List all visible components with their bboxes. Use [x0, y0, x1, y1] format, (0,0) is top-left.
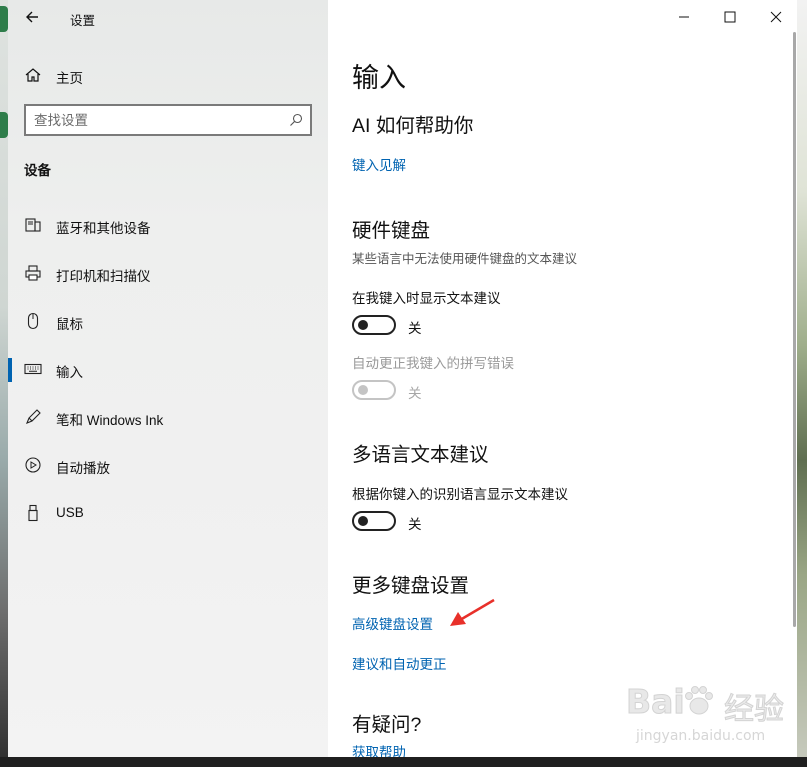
- sidebar-nav: 蓝牙和其他设备 打印机和扫描仪 鼠标 输入 笔和 Windows Ink 自动播…: [8, 202, 328, 538]
- section-heading-ai: AI 如何帮助你: [352, 115, 474, 137]
- scrollbar[interactable]: [793, 32, 796, 627]
- sidebar-item-label: 自动播放: [56, 461, 110, 476]
- sidebar-item-printers[interactable]: 打印机和扫描仪: [8, 250, 328, 298]
- sidebar-item-bluetooth[interactable]: 蓝牙和其他设备: [8, 202, 328, 250]
- back-arrow-icon: [26, 11, 38, 23]
- usb-icon: [28, 504, 38, 522]
- sidebar-item-label: 打印机和扫描仪: [56, 269, 151, 284]
- printer-icon: [25, 265, 41, 281]
- section-heading-help: 有疑问?: [352, 714, 422, 736]
- page-title: 输入: [352, 63, 406, 93]
- back-button[interactable]: [20, 5, 46, 29]
- section-label-devices: 设备: [24, 163, 51, 178]
- typing-insights-link[interactable]: 键入见解: [352, 154, 406, 174]
- toggle-knob: [358, 320, 368, 330]
- toggle-knob: [358, 385, 368, 395]
- autoplay-icon: [25, 457, 41, 473]
- desktop-left-strip: [0, 0, 8, 767]
- home-label: 主页: [56, 71, 83, 86]
- watermark-text: 经验: [724, 692, 785, 728]
- pen-icon: [26, 409, 41, 424]
- sidebar-item-mouse[interactable]: 鼠标: [8, 298, 328, 346]
- sidebar-item-home[interactable]: 主页: [8, 60, 328, 90]
- section-heading-multilingual: 多语言文本建议: [352, 444, 489, 466]
- sidebar-item-autoplay[interactable]: 自动播放: [8, 442, 328, 490]
- desktop-right-strip: [797, 0, 807, 767]
- search-input[interactable]: [34, 111, 274, 129]
- watermark-url: jingyan.baidu.com: [636, 728, 766, 744]
- bluetooth-devices-icon: [25, 218, 41, 232]
- sidebar-item-label: USB: [56, 505, 84, 520]
- sidebar-item-typing[interactable]: 输入: [8, 346, 328, 394]
- section-heading-hardware-keyboard: 硬件键盘: [352, 220, 431, 242]
- maximize-icon: [724, 11, 736, 23]
- close-button[interactable]: [753, 0, 797, 32]
- show-text-suggestions-toggle[interactable]: [352, 315, 396, 335]
- toggle-state-label: 关: [408, 517, 422, 532]
- desktop-icon: [0, 112, 8, 138]
- multilingual-suggestions-toggle[interactable]: [352, 511, 396, 531]
- autocorrect-toggle[interactable]: [352, 380, 396, 400]
- baidu-watermark: Bai 经验 jingyan.baidu.com: [620, 682, 797, 752]
- toggle-state-label: 关: [408, 386, 422, 401]
- sidebar-item-label: 鼠标: [56, 317, 83, 332]
- keyboard-icon: [24, 363, 42, 375]
- sidebar: 设置 主页 设备 蓝牙和其他设备: [8, 0, 328, 757]
- search-box[interactable]: [24, 104, 312, 136]
- get-help-link[interactable]: 获取帮助: [352, 741, 406, 757]
- window-title: 设置: [70, 14, 96, 28]
- sidebar-item-pen[interactable]: 笔和 Windows Ink: [8, 394, 328, 442]
- search-icon[interactable]: [288, 112, 304, 128]
- annotation-arrow-icon: [450, 598, 495, 626]
- home-icon: [25, 68, 41, 82]
- suggestions-autocorrect-link[interactable]: 建议和自动更正: [352, 653, 447, 673]
- mouse-icon: [27, 312, 39, 330]
- sidebar-item-usb[interactable]: USB: [8, 490, 328, 538]
- desktop-icon: [0, 6, 8, 32]
- toggle-state-label: 关: [408, 321, 422, 336]
- paw-logo-icon: [685, 686, 713, 715]
- watermark-brand: Bai: [626, 682, 686, 722]
- sidebar-item-label: 输入: [56, 365, 83, 380]
- minimize-button[interactable]: [661, 0, 707, 32]
- settings-window: 设置 主页 设备 蓝牙和其他设备: [8, 0, 797, 757]
- minimize-icon: [679, 16, 689, 18]
- hardware-keyboard-description: 某些语言中无法使用硬件键盘的文本建议: [352, 252, 578, 266]
- toggle-knob: [358, 516, 368, 526]
- autocorrect-label: 自动更正我键入的拼写错误: [352, 356, 514, 371]
- section-heading-more-keyboard: 更多键盘设置: [352, 575, 470, 597]
- taskbar: [0, 757, 807, 767]
- show-text-suggestions-label: 在我键入时显示文本建议: [352, 291, 501, 306]
- sidebar-item-label: 笔和 Windows Ink: [56, 413, 164, 428]
- multilingual-suggestions-label: 根据你键入的识别语言显示文本建议: [352, 487, 568, 502]
- maximize-button[interactable]: [707, 0, 753, 32]
- main-content: 输入 AI 如何帮助你 键入见解 硬件键盘 某些语言中无法使用硬件键盘的文本建议…: [328, 0, 797, 757]
- close-icon: [770, 11, 782, 23]
- advanced-keyboard-settings-link[interactable]: 高级键盘设置: [352, 613, 433, 633]
- sidebar-item-label: 蓝牙和其他设备: [56, 221, 151, 236]
